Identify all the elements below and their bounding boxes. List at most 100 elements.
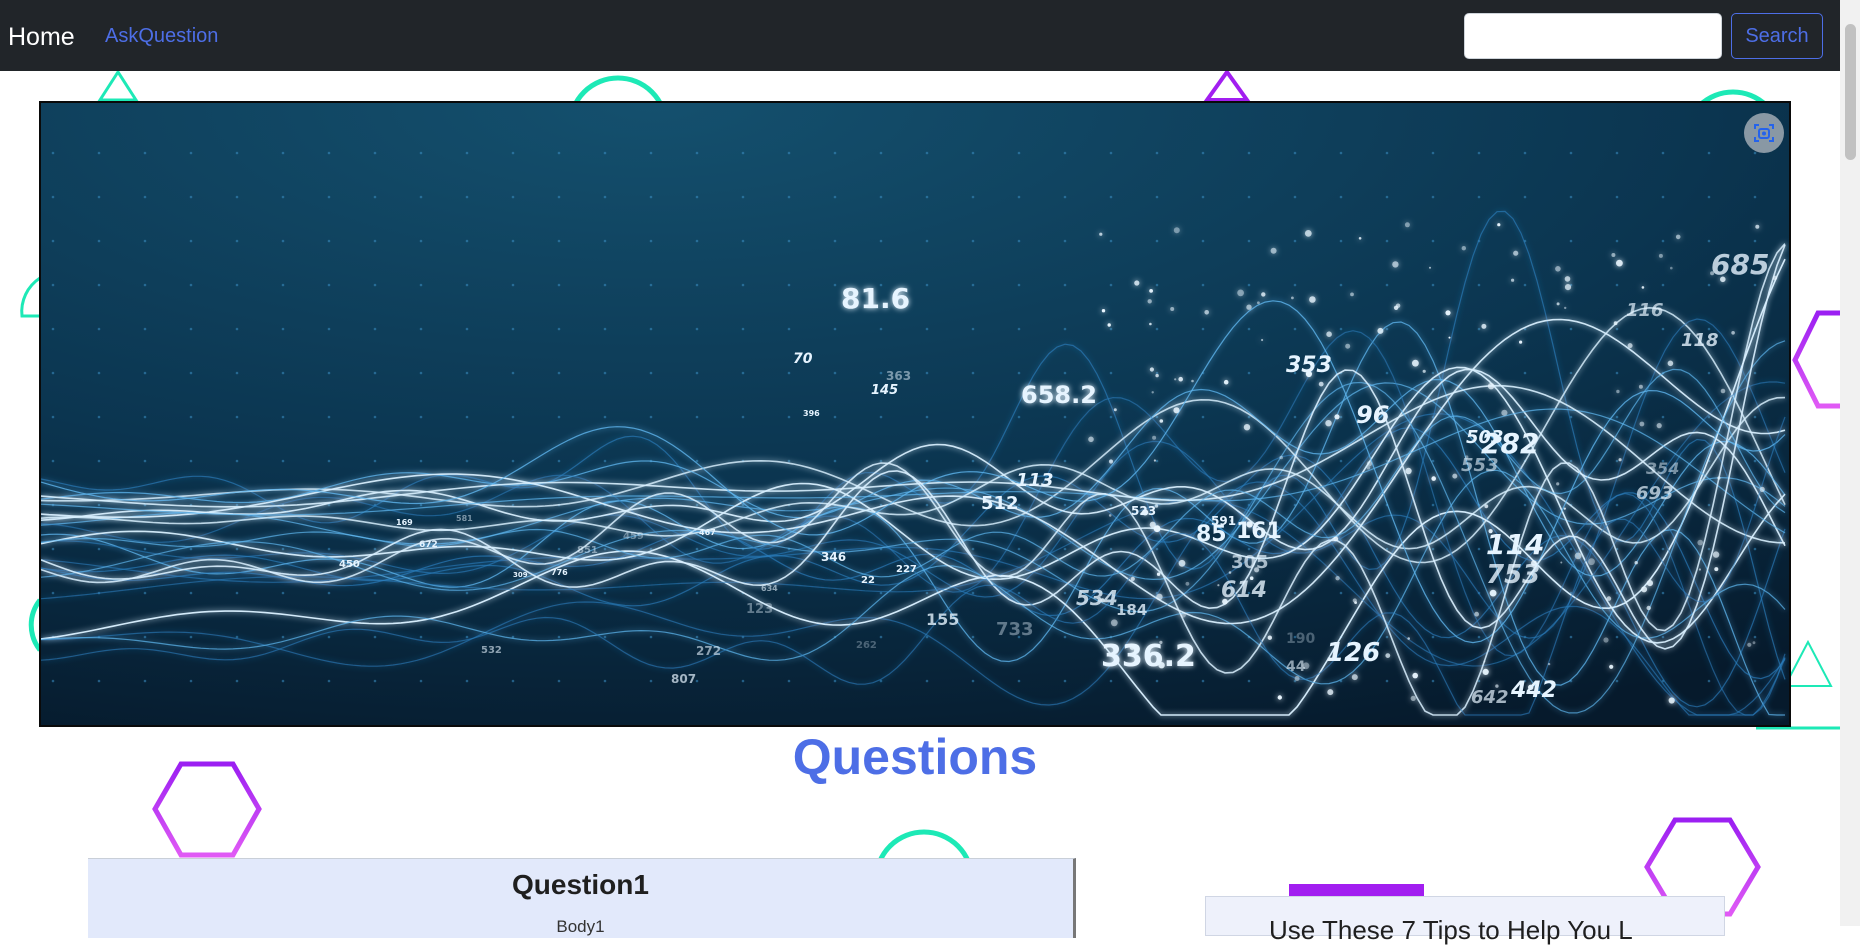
hero-dot <box>1569 195 1573 199</box>
hero-dot <box>511 239 515 243</box>
question-title: Question1 <box>512 869 649 900</box>
hero-dot <box>143 239 147 243</box>
hero-sparkle <box>1291 296 1294 300</box>
nav-home-link[interactable]: Home <box>8 23 75 52</box>
hero-sparkle <box>1257 301 1260 305</box>
hero-sparkle <box>1352 598 1357 603</box>
hero-dot <box>833 283 837 287</box>
hero-sparkle <box>1267 635 1273 640</box>
hero-sparkle <box>1555 266 1561 272</box>
hero-sparkle <box>1156 572 1161 576</box>
hero-sparkle <box>1107 323 1111 327</box>
hero-dot <box>603 195 607 199</box>
hero-dot <box>465 371 469 375</box>
hero-sparkle <box>1294 676 1300 681</box>
side-article-card[interactable]: Use These 7 Tips to Help You L <box>1205 896 1725 945</box>
hero-dot <box>373 679 377 683</box>
nav-askquestion-link[interactable]: AskQuestion <box>105 25 218 48</box>
hero-dot <box>1017 371 1021 375</box>
hero-dot <box>1155 635 1159 639</box>
hero-dot <box>1063 151 1067 155</box>
hero-dot <box>51 547 55 551</box>
hero-dot <box>1109 327 1113 331</box>
hero-dot <box>603 327 607 331</box>
hero-dot <box>511 679 515 683</box>
hero-dot <box>787 459 791 463</box>
hero-sparkle <box>1412 672 1418 679</box>
hero-dot <box>51 459 55 463</box>
hero-number: 169 <box>396 518 413 527</box>
hero-dot <box>281 283 285 287</box>
hero-sparkle <box>1772 275 1778 281</box>
hero-dot <box>1385 327 1389 331</box>
hero-number: 851 <box>577 545 598 556</box>
hero-dot <box>833 239 837 243</box>
hero-dot <box>465 591 469 595</box>
hero-dot <box>1017 283 1021 287</box>
hero-dot <box>1063 591 1067 595</box>
hero-dot <box>235 459 239 463</box>
hero-sparkle <box>1658 253 1663 258</box>
hero-sparkle <box>1487 383 1495 390</box>
hero-sparkle <box>1327 689 1334 696</box>
hero-dot <box>695 635 699 639</box>
hero-dot <box>419 415 423 419</box>
hero-dot <box>557 239 561 243</box>
hero-sparkle <box>1639 421 1645 427</box>
hero-dot <box>1247 679 1251 683</box>
hero-sparkle <box>1261 338 1264 342</box>
hero-sparkle <box>1246 304 1252 310</box>
question-card[interactable]: Question1 Body1 <box>88 858 1076 938</box>
hero-number: 272 <box>696 644 721 658</box>
hero-dot <box>327 679 331 683</box>
hero-dot <box>1109 679 1113 683</box>
hero-dot <box>1017 327 1021 331</box>
search-button[interactable]: Search <box>1731 13 1823 59</box>
hero-dot <box>603 635 607 639</box>
hero-dot <box>557 459 561 463</box>
hero-sparkle <box>1574 552 1582 560</box>
hero-dot <box>1431 327 1435 331</box>
hero-sparkle <box>1556 482 1560 486</box>
hero-dot <box>97 679 101 683</box>
hero-dot <box>557 151 561 155</box>
hero-number: 155 <box>926 610 959 629</box>
hero-sparkle <box>1277 695 1283 700</box>
hero-dot <box>235 239 239 243</box>
hero-sparkle <box>1152 435 1157 440</box>
hero-dot <box>1661 547 1665 551</box>
hero-dot <box>189 415 193 419</box>
hero-dot <box>1339 327 1343 331</box>
hero-dot <box>281 151 285 155</box>
hero-sparkle <box>1149 289 1153 293</box>
screenshot-button[interactable] <box>1744 113 1784 153</box>
scrollbar-thumb[interactable] <box>1845 24 1856 160</box>
hero-dot <box>189 283 193 287</box>
hero-dot <box>511 151 515 155</box>
hero-sparkle <box>1223 379 1229 385</box>
hero-dot <box>1017 239 1021 243</box>
hero-dot <box>1661 591 1665 595</box>
hero-number: 126 <box>1326 638 1380 668</box>
hero-dot <box>1707 503 1711 507</box>
hero-dot <box>1017 547 1021 551</box>
hero-dot <box>143 151 147 155</box>
hero-dot <box>1661 195 1665 199</box>
hero-dot <box>1615 459 1619 463</box>
hero-dot <box>1753 679 1757 683</box>
hero-sparkle <box>1130 576 1135 581</box>
hero-dot <box>1431 239 1435 243</box>
hero-dot <box>51 239 55 243</box>
hero-dot <box>97 239 101 243</box>
hero-dot <box>1431 635 1435 639</box>
vertical-scrollbar[interactable] <box>1840 0 1860 926</box>
hero-dot <box>649 195 653 199</box>
hero-dot <box>879 459 883 463</box>
hero-dot <box>189 239 193 243</box>
search-input[interactable] <box>1464 13 1722 59</box>
hero-dot <box>1385 371 1389 375</box>
hero-dot <box>925 239 929 243</box>
hero-sparkle <box>1489 589 1497 597</box>
hero-sparkle <box>1675 234 1681 240</box>
hero-dot <box>649 239 653 243</box>
